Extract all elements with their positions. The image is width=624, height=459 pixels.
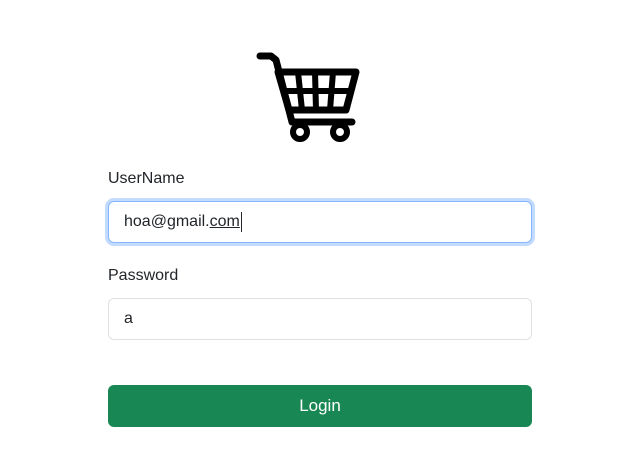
text-caret xyxy=(240,212,242,232)
username-input[interactable]: hoa@gmail.com xyxy=(108,201,532,243)
password-label: Password xyxy=(108,267,179,284)
login-button[interactable]: Login xyxy=(108,385,532,427)
shopping-cart-icon xyxy=(256,50,362,144)
username-label: UserName xyxy=(108,170,185,187)
password-input[interactable]: a xyxy=(108,298,532,340)
password-value: a xyxy=(124,310,133,327)
username-value: hoa@gmail.com xyxy=(124,213,240,230)
